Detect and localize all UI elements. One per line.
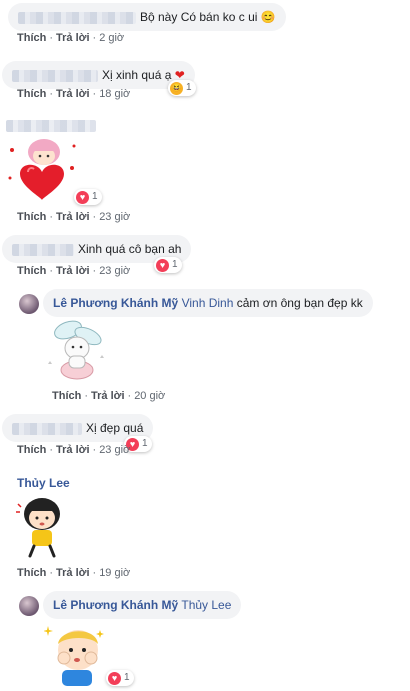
author-name[interactable]: Thủy Lee [17,476,70,490]
comment-bubble: Lê Phương Khánh Mỹ Vinh Dinh cảm ơn ông … [43,289,373,317]
author-name[interactable]: Lê Phương Khánh Mỹ [53,598,178,612]
comment-text: Bộ này Có bán ko c ui [140,10,258,24]
comment-time[interactable]: 19 giờ [99,567,130,579]
blurred-author-name [18,11,136,24]
heart-girl-sticker [6,138,78,206]
comment-bubble: Lê Phương Khánh Mỹ Thủy Lee [43,591,242,619]
comment-time[interactable]: 2 giờ [99,32,124,44]
like-link[interactable]: Thích [17,444,46,456]
like-link[interactable]: Thích [17,211,46,223]
comment-bubble: Xị xinh quá ạ ❤ [2,61,195,89]
comment-time[interactable]: 23 giờ [99,444,130,456]
blond-boy-sticker [43,620,108,686]
tagged-user[interactable]: Vinh Dinh [182,296,234,310]
comment-text: Xị xinh quá ạ [102,68,172,82]
comment-bubble: Bộ này Có bán ko c ui 😊 [8,3,286,31]
haha-icon: 😆 [170,81,183,95]
reply-link[interactable]: Trả lời [91,390,125,402]
reply-link[interactable]: Trả lời [56,567,90,579]
reaction-count[interactable]: 😆 1 [168,80,196,96]
heart-icon: ♥ [76,190,89,204]
blurred-author-name [6,120,96,132]
author-name[interactable]: Lê Phương Khánh Mỹ [53,296,178,310]
comment-text: Xị đẹp quá [86,421,144,435]
smile-emoji-icon: 😊 [260,10,276,24]
comment-actions: Thích · Trả lời · 20 giờ [52,390,166,402]
reply-link[interactable]: Trả lời [56,211,90,223]
reply-link[interactable]: Trả lời [56,32,90,44]
like-link[interactable]: Thích [17,88,46,100]
comment-time[interactable]: 23 giờ [99,265,130,277]
comment-actions: Thích · Trả lời · 19 giờ [17,567,131,579]
comment-time[interactable]: 23 giờ [99,211,130,223]
reaction-count[interactable]: ♥ 1 [74,189,102,205]
reply-link[interactable]: Trả lời [56,88,90,100]
comment-actions: Thích · Trả lời · 18 giờ [17,88,131,100]
blurred-author-name [12,69,98,82]
like-link[interactable]: Thích [17,32,46,44]
blurred-author-name [12,243,74,256]
girl-sticker [14,492,66,560]
comment-actions: Thích · Trả lời · 2 giờ [17,32,125,44]
tagged-user[interactable]: Thủy Lee [181,598,231,612]
bunny-sticker [42,318,110,384]
heart-icon: ♥ [156,258,169,272]
heart-icon: ♥ [108,671,121,685]
like-link[interactable]: Thích [52,390,81,402]
reply-link[interactable]: Trả lời [56,265,90,277]
comment-time[interactable]: 18 giờ [99,88,130,100]
comment-text: cảm ơn ông bạn đẹp kk [236,296,363,310]
like-link[interactable]: Thích [17,265,46,277]
avatar[interactable] [19,294,39,314]
avatar[interactable] [19,596,39,616]
reaction-count[interactable]: ♥ 1 [106,670,134,686]
like-link[interactable]: Thích [17,567,46,579]
comment-time[interactable]: 20 giờ [134,390,165,402]
reaction-count[interactable]: ♥ 1 [154,257,182,273]
comment-text: Xinh quá cô bạn ah [78,242,182,256]
reply-link[interactable]: Trả lời [56,444,90,456]
comment-actions: Thích · Trả lời · 23 giờ [17,211,131,223]
comment-actions: Thích · Trả lời · 23 giờ [17,265,131,277]
comment-actions: Thích · Trả lời · 23 giờ [17,444,131,456]
blurred-author-name [12,422,82,435]
